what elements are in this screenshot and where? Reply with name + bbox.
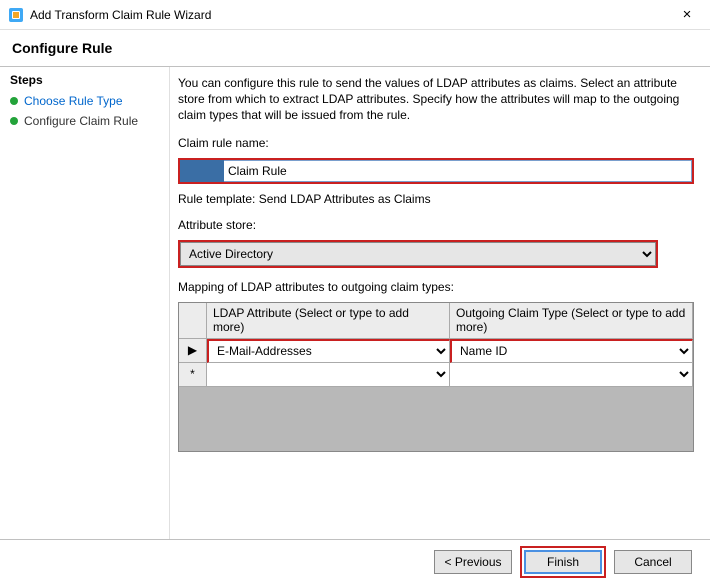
footer-buttons: < Previous Finish Cancel <box>0 539 710 583</box>
claim-rule-name-input[interactable] <box>224 160 692 182</box>
ldap-attribute-select[interactable]: E-Mail-Addresses <box>209 341 449 362</box>
mapping-header-row: LDAP Attribute (Select or type to add mo… <box>179 303 693 339</box>
step-label: Choose Rule Type <box>24 94 123 108</box>
row-marker[interactable]: * <box>179 363 207 387</box>
rule-template-text: Rule template: Send LDAP Attributes as C… <box>178 192 694 206</box>
mapping-row: ▶ E-Mail-Addresses Name ID <box>179 339 693 363</box>
description-text: You can configure this rule to send the … <box>178 75 694 124</box>
content-area: Steps Choose Rule Type Configure Claim R… <box>0 66 710 553</box>
finish-highlight: Finish <box>520 546 606 578</box>
page-header: Configure Rule <box>0 30 710 66</box>
outgoing-claim-cell: Name ID <box>450 339 693 363</box>
close-icon[interactable]: × <box>672 6 702 23</box>
mapping-grid: LDAP Attribute (Select or type to add mo… <box>178 302 694 452</box>
attribute-store-select[interactable]: Active Directory <box>180 242 656 266</box>
cancel-button[interactable]: Cancel <box>614 550 692 574</box>
bullet-icon <box>10 117 18 125</box>
step-label: Configure Claim Rule <box>24 114 138 128</box>
ldap-attribute-cell <box>207 363 450 387</box>
attribute-store-highlight: Active Directory <box>178 240 658 268</box>
claim-rule-name-label: Claim rule name: <box>178 136 694 150</box>
bullet-icon <box>10 97 18 105</box>
mapping-row: * <box>179 363 693 387</box>
attribute-store-label: Attribute store: <box>178 218 694 232</box>
steps-sidebar: Steps Choose Rule Type Configure Claim R… <box>0 67 170 553</box>
ldap-attribute-select[interactable] <box>207 363 449 386</box>
step-choose-rule-type[interactable]: Choose Rule Type <box>10 91 159 111</box>
row-marker[interactable]: ▶ <box>179 339 207 363</box>
step-configure-claim-rule[interactable]: Configure Claim Rule <box>10 111 159 131</box>
mapping-label: Mapping of LDAP attributes to outgoing c… <box>178 280 694 294</box>
app-icon <box>8 7 24 23</box>
row-selector-header <box>179 303 207 338</box>
main-panel: You can configure this rule to send the … <box>170 67 710 553</box>
ldap-attribute-cell: E-Mail-Addresses <box>207 339 450 363</box>
page-title: Configure Rule <box>12 40 698 56</box>
outgoing-claim-header: Outgoing Claim Type (Select or type to a… <box>450 303 693 338</box>
title-bar: Add Transform Claim Rule Wizard × <box>0 0 710 30</box>
claim-rule-name-highlight <box>178 158 694 184</box>
ldap-attribute-header: LDAP Attribute (Select or type to add mo… <box>207 303 450 338</box>
outgoing-claim-select[interactable]: Name ID <box>452 341 692 362</box>
window-title: Add Transform Claim Rule Wizard <box>30 8 672 22</box>
finish-button[interactable]: Finish <box>524 550 602 574</box>
steps-heading: Steps <box>10 73 159 87</box>
selection-highlight <box>180 160 224 182</box>
outgoing-claim-cell <box>450 363 693 387</box>
outgoing-claim-select[interactable] <box>450 363 692 386</box>
previous-button[interactable]: < Previous <box>434 550 512 574</box>
